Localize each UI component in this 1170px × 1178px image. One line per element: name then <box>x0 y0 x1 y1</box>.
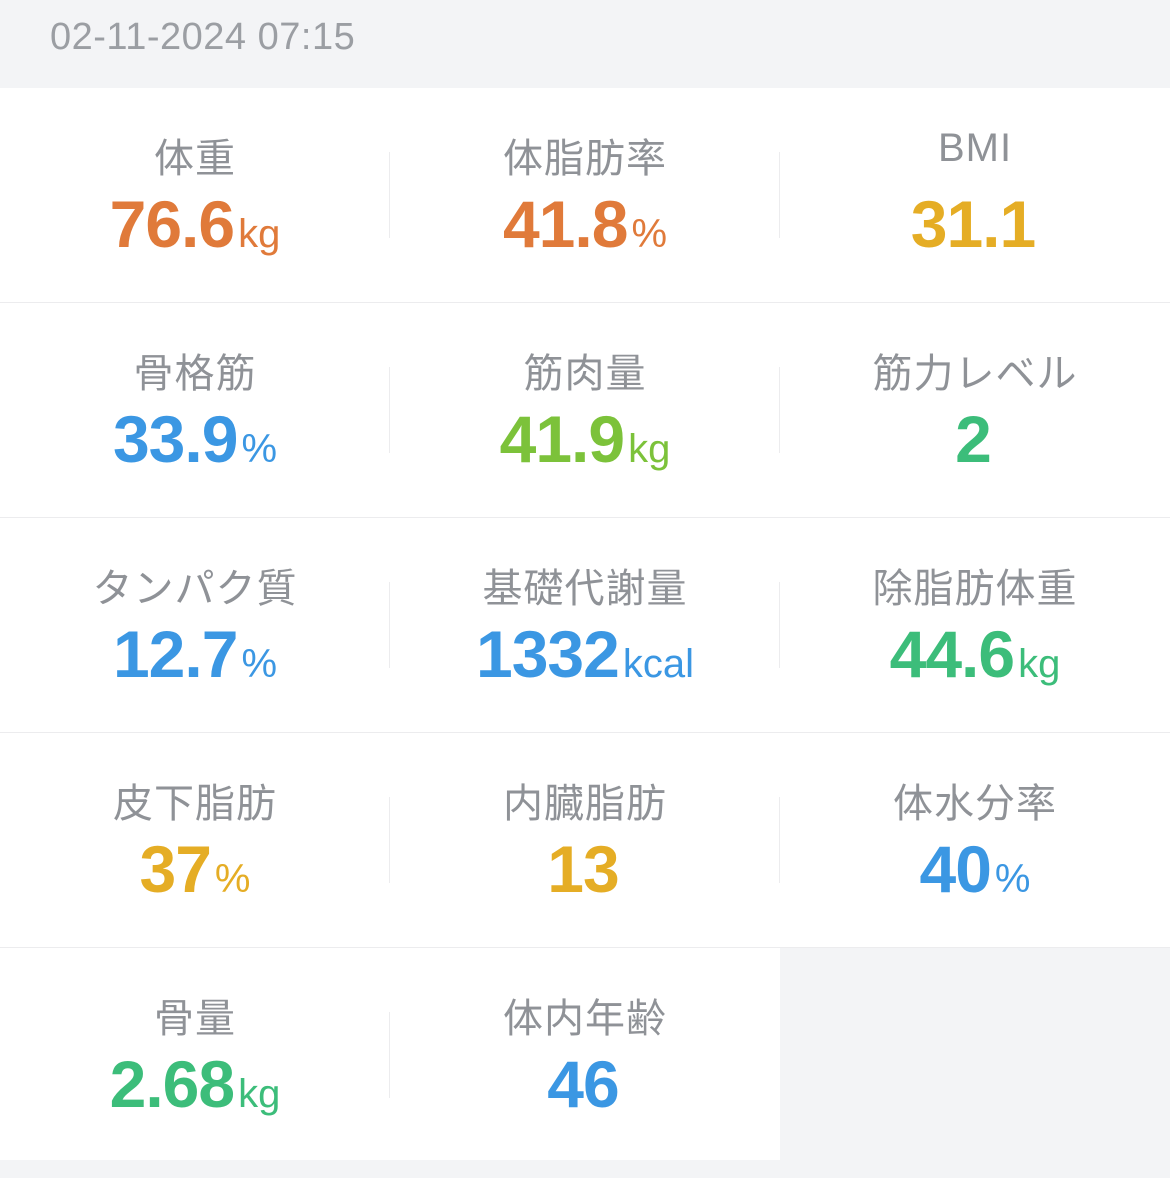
metric-label: 骨量 <box>154 997 236 1041</box>
metric-value: 31.1 <box>910 187 1036 261</box>
metrics-grid: 体重 76.6kg 体脂肪率 41.8% BMI 31.1 骨格筋 33.9% <box>0 88 1170 1161</box>
metric-label: 体内年齢 <box>503 997 667 1041</box>
metric-value: 13 <box>547 832 619 906</box>
metric-value: 76.6 <box>109 187 235 261</box>
metric-value: 41.9 <box>499 402 625 476</box>
metric-label: 除脂肪体重 <box>872 567 1078 611</box>
metric-label: 体重 <box>154 137 236 181</box>
metric-value-line: 1332 kcal <box>390 618 780 709</box>
metric-lean-body-mass[interactable]: 除脂肪体重 44.6 kg <box>780 518 1170 732</box>
metric-label: 体脂肪率 <box>503 137 667 181</box>
metric-unit: kg <box>238 1072 281 1116</box>
measurement-timestamp: 02-11-2024 07:15 <box>50 16 356 58</box>
metric-body-water-rate[interactable]: 体水分率 40% <box>780 733 1170 947</box>
metric-muscle-mass[interactable]: 筋肉量 41.9 kg <box>390 303 780 517</box>
metric-body-fat-rate[interactable]: 体脂肪率 41.8% <box>390 88 780 302</box>
metric-unit: kg <box>238 212 281 256</box>
metric-unit: % <box>241 427 278 471</box>
metric-bone-mass[interactable]: 骨量 2.68 kg <box>0 948 390 1161</box>
empty-cell <box>780 948 1170 1161</box>
metric-value: 37 <box>139 832 212 906</box>
metric-value: 2.68 <box>109 1047 235 1121</box>
metric-value-line: 46 <box>390 1048 780 1139</box>
metric-value-line: 44.6 kg <box>780 618 1170 709</box>
metric-value-line: 40% <box>780 833 1170 924</box>
metric-unit: kcal <box>622 642 694 686</box>
metric-protein[interactable]: タンパク質 12.7% <box>0 518 390 732</box>
metric-strength-level[interactable]: 筋力レベル 2 <box>780 303 1170 517</box>
metric-bmi[interactable]: BMI 31.1 <box>780 88 1170 302</box>
metrics-row: 皮下脂肪 37% 内臓脂肪 13 体水分率 40% <box>0 733 1170 948</box>
metric-value: 1332 <box>476 617 620 691</box>
metrics-row: 体重 76.6 kg 体脂肪率 41.8% BMI 31.1 <box>0 88 1170 303</box>
metric-label: 筋肉量 <box>523 352 647 396</box>
metric-unit: % <box>994 857 1031 901</box>
metric-value: 46 <box>547 1047 619 1121</box>
metric-value-line: 31.1 <box>780 188 1170 279</box>
metrics-row: タンパク質 12.7% 基礎代謝量 1332 kcal 除脂肪体重 44.6 kg <box>0 518 1170 733</box>
metric-unit: % <box>631 212 668 256</box>
metric-label: 皮下脂肪 <box>113 782 277 826</box>
metric-value: 2 <box>955 402 992 476</box>
bottom-spacer <box>0 1160 1170 1178</box>
metric-visceral-fat[interactable]: 内臓脂肪 13 <box>390 733 780 947</box>
metric-value-line: 12.7% <box>0 618 390 709</box>
metric-unit: kg <box>628 427 671 471</box>
metric-value-line: 37% <box>0 833 390 924</box>
metric-value: 33.9 <box>112 402 238 476</box>
metric-value-line: 33.9% <box>0 403 390 494</box>
metric-value-line: 13 <box>390 833 780 924</box>
metrics-row: 骨量 2.68 kg 体内年齢 46 <box>0 948 1170 1161</box>
metric-label: 内臓脂肪 <box>503 782 667 826</box>
metric-label: 筋力レベル <box>872 352 1078 396</box>
metric-unit: kg <box>1018 642 1061 686</box>
metric-label: 基礎代謝量 <box>482 567 688 611</box>
metric-value: 41.8 <box>502 187 628 261</box>
metric-value-line: 76.6 kg <box>0 188 390 279</box>
header-bar: 02-11-2024 07:15 <box>0 0 1170 88</box>
metric-value: 40 <box>919 832 992 906</box>
metric-value-line: 41.8% <box>390 188 780 279</box>
metric-skeletal-muscle[interactable]: 骨格筋 33.9% <box>0 303 390 517</box>
metric-basal-metabolism[interactable]: 基礎代謝量 1332 kcal <box>390 518 780 732</box>
metric-label: タンパク質 <box>92 567 298 611</box>
metric-unit: % <box>214 857 251 901</box>
metric-unit: % <box>241 642 278 686</box>
metric-label: BMI <box>937 126 1013 170</box>
metrics-row: 骨格筋 33.9% 筋肉量 41.9 kg 筋力レベル 2 <box>0 303 1170 518</box>
metric-body-age[interactable]: 体内年齢 46 <box>390 948 780 1161</box>
metric-value: 44.6 <box>889 617 1015 691</box>
metric-value-line: 2.68 kg <box>0 1048 390 1139</box>
metric-weight[interactable]: 体重 76.6 kg <box>0 88 390 302</box>
metric-value: 12.7 <box>112 617 238 691</box>
metric-value-line: 2 <box>780 403 1170 494</box>
metric-value-line: 41.9 kg <box>390 403 780 494</box>
metric-subcutaneous-fat[interactable]: 皮下脂肪 37% <box>0 733 390 947</box>
metric-label: 体水分率 <box>893 782 1057 826</box>
metric-label: 骨格筋 <box>133 352 257 396</box>
